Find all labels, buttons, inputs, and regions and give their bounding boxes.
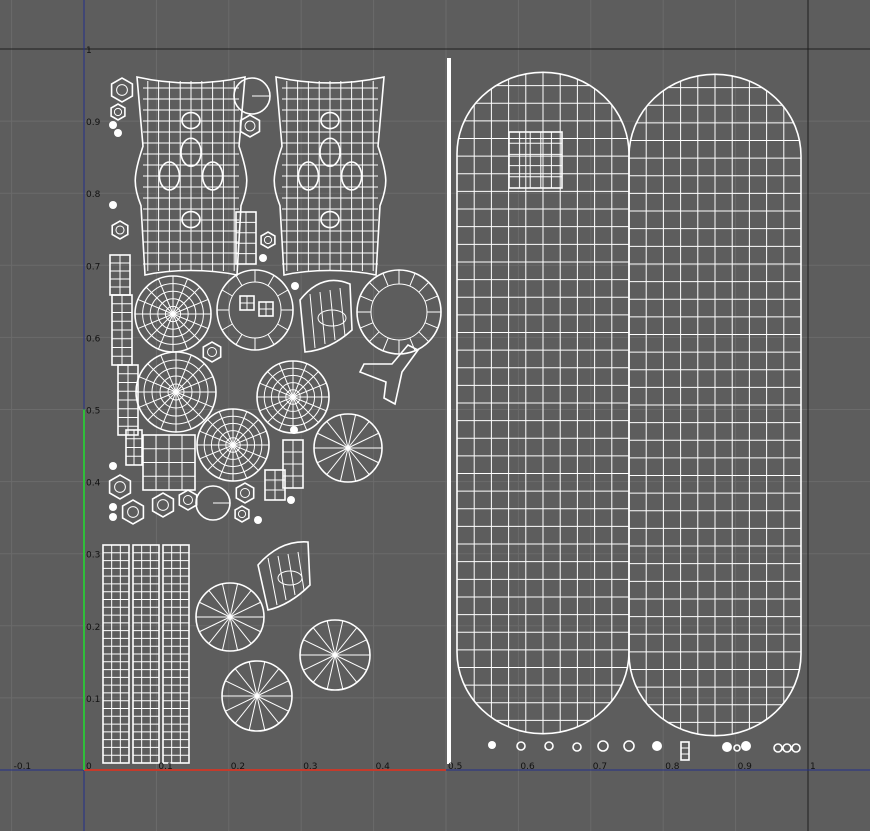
u-tick-label: 0.4 <box>376 762 391 772</box>
uv-shell-nut <box>239 114 261 138</box>
uv-shell-gear-2 <box>135 351 217 433</box>
u-tick-label: 0.6 <box>520 762 535 772</box>
uv-shell-dot <box>109 513 117 521</box>
uv-shell-dot <box>259 254 267 262</box>
v-tick-label: 0.5 <box>86 407 100 417</box>
u-tick-label: 0.3 <box>303 762 317 772</box>
uv-shell-housing-a <box>134 75 248 276</box>
uv-shell-ring <box>597 740 609 752</box>
uv-shell-nut <box>121 499 145 525</box>
uv-shell-gear-4 <box>256 360 330 434</box>
uv-shell-wedge-2 <box>257 541 311 611</box>
v-tick-label: 0.7 <box>86 262 100 272</box>
uv-shell-disc-2 <box>195 582 265 652</box>
uv-canvas[interactable]: -0.1 0 0.1 0.2 0.3 0.4 0.5 0.6 0.7 0.8 0.9 1 0.1 0.2 0… <box>0 0 870 831</box>
v-tick-label: 0.2 <box>86 623 100 633</box>
u-tick-label: 0.7 <box>593 762 607 772</box>
uv-shell-patch <box>508 131 563 189</box>
uv-shell-nut <box>111 220 129 240</box>
uv-shell-housing-b <box>273 75 387 276</box>
u-tick-label: 0.9 <box>738 762 753 772</box>
uv-shell-nut <box>108 474 132 500</box>
uv-shell-nut <box>178 489 198 511</box>
uv-shell-gear-1 <box>134 275 212 353</box>
uv-shell-round-cap <box>195 485 231 521</box>
uv-shell-dot <box>741 741 751 751</box>
uv-shell-nut <box>202 341 222 363</box>
u-tick-label: 0 <box>86 762 92 772</box>
uv-shell-dot <box>109 462 117 470</box>
uv-shell-dot <box>652 741 662 751</box>
uv-shell-disc-4 <box>299 619 371 691</box>
uv-shell-gear-3 <box>196 408 270 482</box>
uv-shell-nut <box>235 482 255 504</box>
uv-shell-dot <box>488 741 496 749</box>
uv-shell-ring-lower <box>216 269 294 351</box>
v-tick-label: 0.4 <box>86 479 101 489</box>
u-tick-label: 0.8 <box>665 762 680 772</box>
uv-grid <box>0 0 870 831</box>
uv-shell-strip-b <box>111 294 133 366</box>
u-tick-label: -0.1 <box>14 762 32 772</box>
uv-shell-dot <box>291 282 299 290</box>
u-tick-label: 0.5 <box>448 762 462 772</box>
uv-shell-nut <box>110 77 134 103</box>
v-tick-label: 0.1 <box>86 695 100 705</box>
uv-shell-dot <box>722 742 732 752</box>
uv-shell-ring <box>733 744 741 752</box>
uv-shell-ring <box>623 740 635 752</box>
uv-shell-wedge-1 <box>299 279 353 353</box>
uv-shell-dot <box>109 201 117 209</box>
uv-shell-ring <box>544 741 554 751</box>
uv-shell-dot <box>114 129 122 137</box>
u-tick-label: 0.2 <box>231 762 245 772</box>
uv-shell-capsule-1 <box>456 71 630 735</box>
uv-shell-disc-3 <box>221 660 293 732</box>
uv-shell-ring <box>782 743 792 753</box>
uv-shell-strip-c <box>117 364 139 436</box>
v-tick-label: 0.9 <box>86 118 101 128</box>
uv-shells-left[interactable] <box>102 75 442 764</box>
v-tick-label: 0.8 <box>86 190 101 200</box>
uv-shell-block <box>264 469 286 501</box>
uv-shell-ring <box>773 743 783 753</box>
uv-shell-bolt <box>258 301 274 317</box>
uv-shell-tiny-strip <box>680 741 690 761</box>
uv-shell-dot <box>109 503 117 511</box>
u-tick-label: 0.1 <box>158 762 172 772</box>
uv-shell-ring <box>572 742 582 752</box>
uv-shell-nut <box>260 231 276 249</box>
uv-shell-nut <box>110 103 126 121</box>
uv-shell-nut <box>151 492 175 518</box>
v-tick-label: 0.3 <box>86 551 100 561</box>
uv-shell-bolt <box>239 295 255 311</box>
uv-shell-post <box>282 439 304 489</box>
uv-shell-dot <box>287 496 295 504</box>
uv-shell-small-disc <box>233 77 271 115</box>
uv-axes <box>0 0 870 831</box>
uv-shell-ring <box>791 743 801 753</box>
v-tick-label: 1 <box>86 46 92 56</box>
uv-shell-long-strip-1 <box>102 544 130 764</box>
v-tick-label: 0.6 <box>86 334 101 344</box>
uv-shell-dot <box>109 121 117 129</box>
uv-shell-long-strip-3 <box>162 544 190 764</box>
uv-shell-nut <box>234 505 250 523</box>
uv-shell-capsule-2 <box>628 73 802 737</box>
uv-editor-viewport[interactable]: -0.1 0 0.1 0.2 0.3 0.4 0.5 0.6 0.7 0.8 0.9 1 0.1 0.2 0… <box>0 0 870 831</box>
uv-shell-dot <box>290 426 298 434</box>
uv-shell-dot <box>254 516 262 524</box>
uv-shells-right[interactable] <box>447 58 802 764</box>
u-tick-label: 1 <box>810 762 816 772</box>
uv-shell-strip-a <box>109 254 131 296</box>
uv-shell-long-strip-2 <box>132 544 160 764</box>
uv-shell-disc-1 <box>313 413 383 483</box>
